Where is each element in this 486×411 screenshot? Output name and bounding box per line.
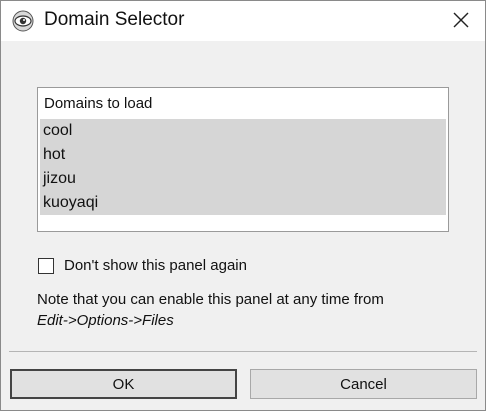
domain-selector-dialog: Domain Selector Domains to load cool hot…	[0, 0, 486, 411]
domains-header: Domains to load	[44, 95, 153, 112]
ok-button[interactable]: OK	[10, 369, 237, 399]
note-path: Edit->Options->Files	[37, 312, 174, 329]
dont-show-checkbox[interactable]	[38, 257, 54, 274]
dont-show-label[interactable]: Don't show this panel again	[64, 257, 247, 274]
domains-list[interactable]: cool hot jizou kuoyaqi	[40, 119, 446, 215]
list-item-hot[interactable]: hot	[43, 146, 65, 164]
note-text: Note that you can enable this panel at a…	[37, 291, 384, 308]
separator	[9, 351, 477, 352]
list-item-kuoyaqi[interactable]: kuoyaqi	[43, 194, 98, 212]
close-button[interactable]	[443, 3, 479, 37]
close-icon	[453, 12, 469, 28]
cancel-button[interactable]: Cancel	[250, 369, 477, 399]
eye-icon	[12, 10, 34, 32]
list-item-jizou[interactable]: jizou	[43, 170, 76, 188]
dont-show-option[interactable]: Don't show this panel again	[38, 257, 247, 274]
window-title: Domain Selector	[44, 9, 185, 30]
title-bar: Domain Selector	[1, 1, 485, 41]
list-item-cool[interactable]: cool	[43, 122, 72, 140]
domains-panel: Domains to load cool hot jizou kuoyaqi	[37, 87, 449, 232]
